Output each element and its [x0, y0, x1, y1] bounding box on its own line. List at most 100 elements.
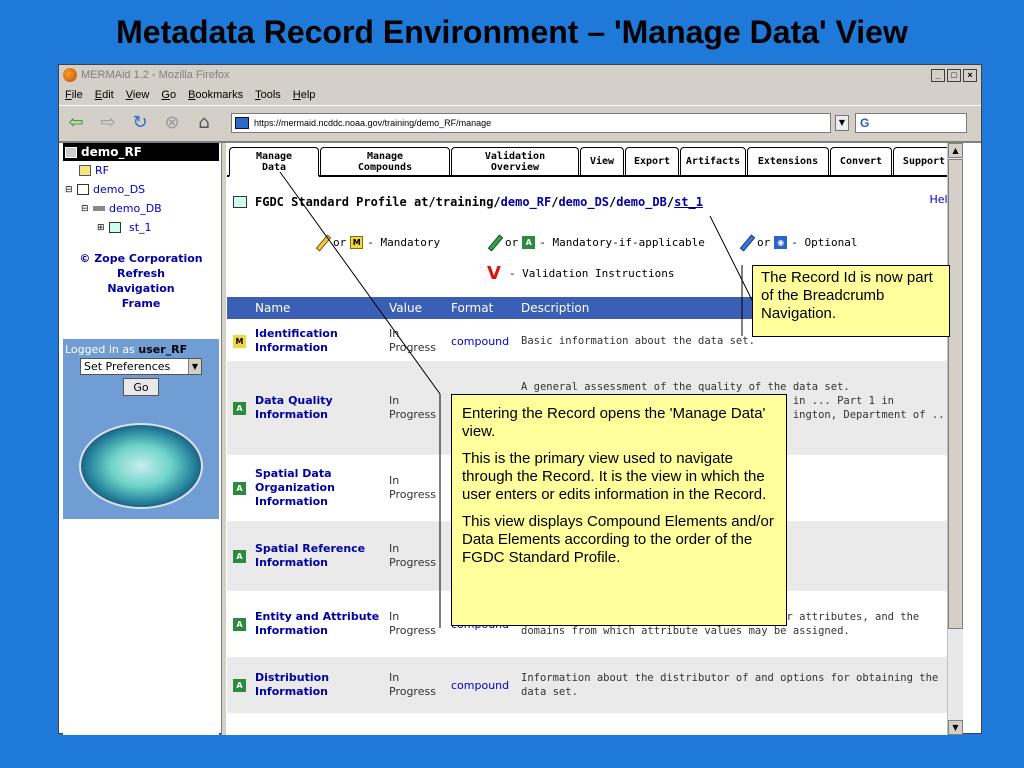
tab-label-line: Overview: [490, 161, 540, 173]
applicable-badge-icon: A: [522, 235, 536, 249]
tab-label-line: Manage: [255, 150, 293, 162]
tab-label: Validation Overview: [485, 151, 545, 173]
row-format[interactable]: compound: [451, 679, 517, 692]
tab-label-line: Extensions: [757, 156, 819, 167]
row-name[interactable]: Distribution Information: [255, 671, 385, 699]
address-dropdown-icon[interactable]: ▼: [835, 114, 849, 131]
breadcrumb-demo-rf[interactable]: demo_RF: [501, 195, 552, 209]
menu-help[interactable]: Help: [293, 89, 316, 101]
legend-validation: V - Validation Instructions: [487, 263, 675, 284]
breadcrumb-label: FGDC Standard Profile at: [255, 195, 429, 209]
tab-manage-compounds[interactable]: Manage Compounds: [320, 147, 450, 175]
breadcrumb-record-id[interactable]: st_1: [674, 195, 703, 209]
tab-support[interactable]: Support: [893, 147, 955, 175]
legend-or: or: [333, 235, 347, 249]
tab-label: Manage Compounds: [358, 151, 412, 173]
expand-icon[interactable]: ⊞: [97, 223, 109, 233]
menu-edit[interactable]: Edit: [95, 89, 114, 101]
tab-label-line: Artifacts: [685, 156, 741, 167]
legend-optional-text: - Optional: [791, 235, 858, 249]
go-button[interactable]: Go: [123, 378, 159, 396]
home-icon[interactable]: ⌂: [193, 112, 215, 134]
window-titlebar: MERMAid 1.2 - Mozilla Firefox _ □ ×: [59, 65, 981, 85]
stop-icon[interactable]: ⊗: [161, 112, 183, 134]
row-name[interactable]: Data Quality Information: [255, 394, 385, 422]
tab-label: Artifacts: [686, 156, 740, 167]
tree-root[interactable]: demo_RF: [63, 143, 219, 161]
tab-export[interactable]: Export: [625, 147, 679, 175]
manage-data-callout: Entering the Record opens the 'Manage Da…: [451, 394, 787, 626]
zope-link[interactable]: © Zope Corporation: [63, 251, 219, 266]
header-name: Name: [255, 301, 291, 315]
scrollbar[interactable]: ▲ ▼: [947, 143, 963, 735]
search-box[interactable]: G: [855, 112, 967, 133]
tab-view[interactable]: View: [580, 147, 624, 175]
row-name[interactable]: Identification Information: [255, 327, 385, 355]
refresh-link[interactable]: Refresh: [63, 266, 219, 281]
database-icon: [93, 206, 105, 211]
tab-label-line: Support: [902, 156, 946, 167]
forward-arrow-icon[interactable]: ⇨: [97, 112, 119, 134]
logged-in-text: Logged in as user_RF: [63, 343, 219, 356]
tab-label-line: View: [589, 156, 615, 167]
row-value: In Progress: [389, 610, 436, 637]
row-format[interactable]: compound: [451, 335, 517, 348]
tree-item-st[interactable]: ⊞ st_1: [63, 218, 219, 237]
applicable-badge-icon: A: [233, 678, 246, 692]
mandatory-badge-icon: M: [233, 334, 246, 348]
menu-file[interactable]: File: [65, 89, 83, 101]
tree-item-rf[interactable]: RF: [63, 161, 219, 180]
legend-mandatory: or M - Mandatory: [315, 235, 440, 249]
tab-validation-overview[interactable]: Validation Overview: [451, 147, 579, 175]
tab-label: Support: [903, 156, 945, 167]
breadcrumb-demo-ds[interactable]: demo_DS: [558, 195, 609, 209]
scroll-thumb[interactable]: [948, 159, 963, 629]
tab-label-line: Data: [261, 161, 287, 173]
tab-artifacts[interactable]: Artifacts: [680, 147, 746, 175]
navigation-link[interactable]: Navigation: [63, 281, 219, 296]
collapse-icon[interactable]: ⊟: [81, 204, 93, 214]
scroll-up-icon[interactable]: ▲: [948, 143, 963, 158]
record-id-callout: The Record Id is now part of the Breadcr…: [752, 265, 950, 337]
applicable-badge-icon: A: [233, 549, 246, 563]
tab-label-line: Manage: [366, 150, 404, 162]
preferences-select[interactable]: Set Preferences ▼: [80, 358, 202, 375]
back-arrow-icon[interactable]: ⇦: [65, 112, 87, 134]
address-bar[interactable]: https://mermaid.ncddc.noaa.gov/training/…: [231, 112, 831, 133]
preferences-value: Set Preferences: [84, 360, 171, 373]
tab-label: Extensions: [758, 156, 818, 167]
breadcrumb-sep: /: [666, 195, 675, 209]
tree-root-label: demo_RF: [81, 145, 142, 159]
row-value: In Progress: [389, 474, 436, 501]
minimize-button[interactable]: _: [931, 68, 945, 82]
close-button[interactable]: ×: [963, 68, 977, 82]
menu-view[interactable]: View: [126, 89, 150, 101]
reload-icon[interactable]: ↻: [129, 112, 151, 134]
table-row[interactable]: A Distribution Information In Progress comp…: [227, 657, 963, 713]
tree-item-ds[interactable]: ⊟ demo_DS: [63, 180, 219, 199]
tab-manage-data[interactable]: Manage Data: [229, 147, 319, 177]
left-links: © Zope Corporation Refresh Navigation Fr…: [63, 251, 219, 311]
menu-go[interactable]: Go: [161, 89, 176, 101]
logged-in-prefix: Logged in as: [65, 343, 139, 356]
breadcrumb-demo-db[interactable]: demo_DB: [616, 195, 667, 209]
row-name[interactable]: Entity and Attribute Information: [255, 610, 385, 638]
yellow-pencil-icon: [315, 235, 329, 249]
collapse-icon[interactable]: ⊟: [65, 185, 77, 195]
tree-item-db[interactable]: ⊟ demo_DB: [63, 199, 219, 218]
tab-convert[interactable]: Convert: [830, 147, 892, 175]
row-name[interactable]: Spatial Data Organization Information: [255, 467, 385, 509]
tab-label-line: Validation: [484, 150, 546, 162]
frame-link[interactable]: Frame: [63, 296, 219, 311]
menu-tools[interactable]: Tools: [255, 89, 281, 101]
window-title: MERMAid 1.2 - Mozilla Firefox: [81, 69, 230, 81]
maximize-button[interactable]: □: [947, 68, 961, 82]
tab-extensions[interactable]: Extensions: [747, 147, 829, 175]
optional-badge-icon: ◉: [774, 235, 788, 249]
scroll-down-icon[interactable]: ▼: [948, 720, 963, 735]
row-value: In Progress: [389, 327, 436, 354]
address-url: https://mermaid.ncddc.noaa.gov/training/…: [254, 117, 492, 128]
row-name[interactable]: Spatial Reference Information: [255, 542, 385, 570]
menu-bookmarks[interactable]: Bookmarks: [188, 89, 243, 101]
tab-label-line: Convert: [839, 156, 883, 167]
